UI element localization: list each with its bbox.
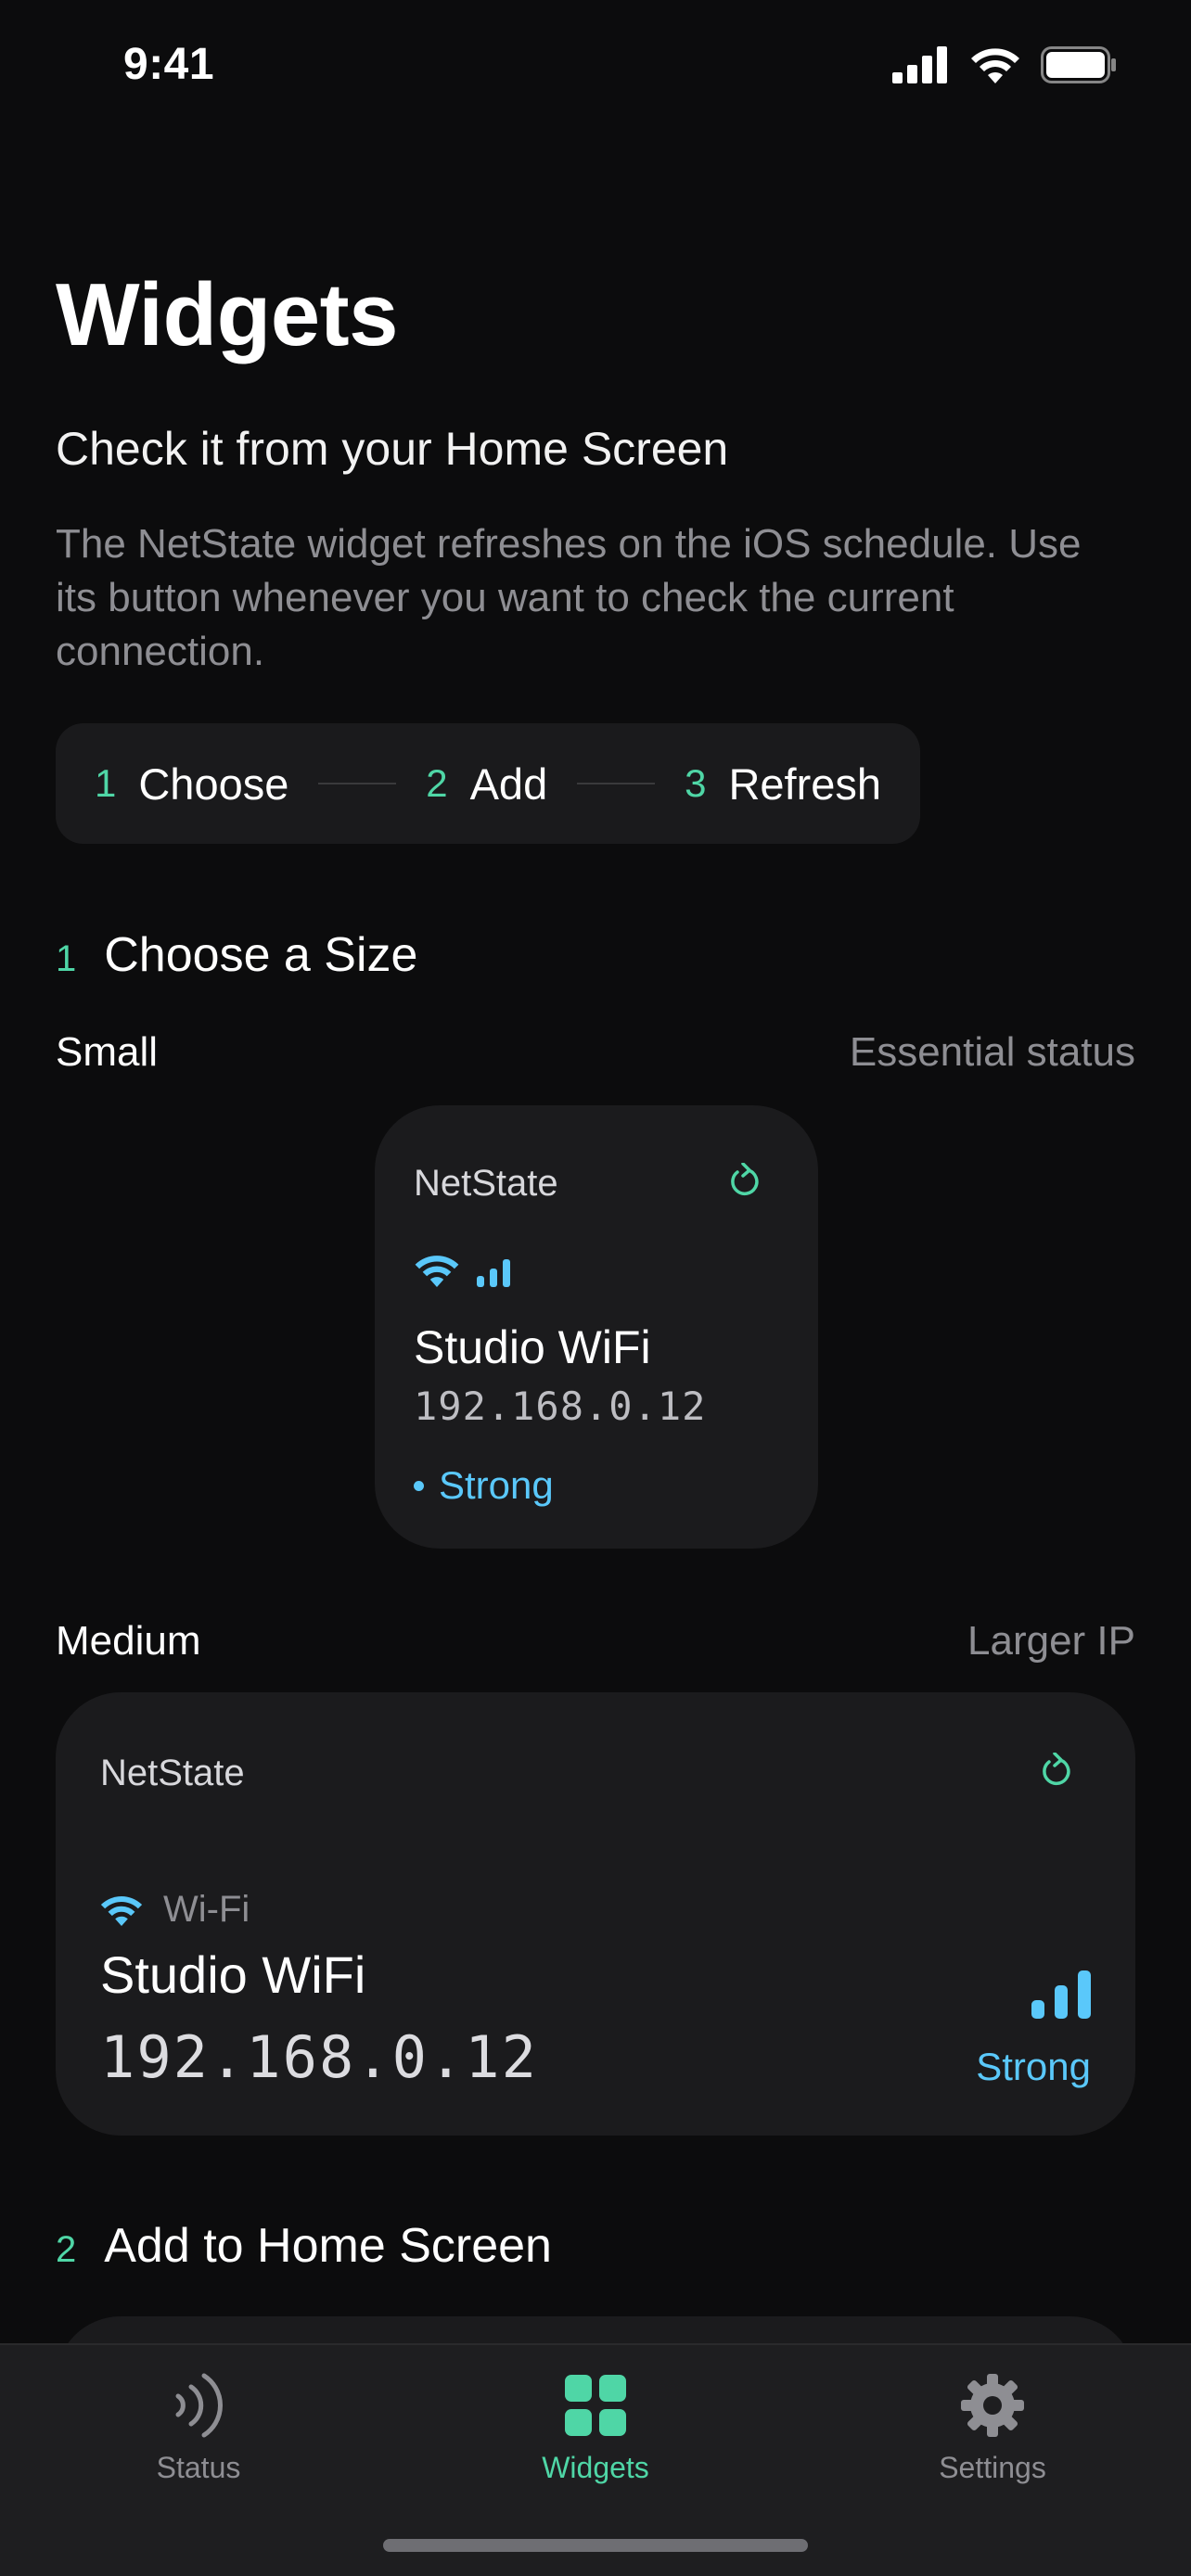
widgets-screen: 9:41 Widgets Check it from your Home Scr… (0, 0, 1191, 2576)
widget-ssid: Studio WiFi (100, 1945, 366, 2004)
step-label: Add (469, 759, 548, 809)
widget-app-name: NetState (100, 1753, 245, 1793)
widget-connection-type: Wi-Fi (100, 1889, 250, 1931)
widget-status-icons (414, 1254, 512, 1287)
section-title: Add to Home Screen (104, 2219, 552, 2273)
status-bar: 9:41 (0, 0, 1191, 130)
page-subtitle: Check it from your Home Screen (56, 423, 729, 475)
page-description: The NetState widget refreshes on the iOS… (56, 521, 1082, 674)
widget-ip: 192.168.0.12 (100, 2023, 538, 2091)
section-number: 2 (56, 2229, 77, 2270)
wifi-icon (100, 1895, 143, 1926)
wifi-icon (415, 1256, 459, 1287)
connection-type-label: Wi-Fi (163, 1889, 250, 1930)
tab-label: Settings (939, 2451, 1046, 2484)
widget-strength-label: Strong (439, 1463, 554, 1507)
small-size-caption: Essential status (849, 1029, 1135, 1075)
tab-settings[interactable]: Settings (794, 2345, 1191, 2576)
step-choose[interactable]: 1 Choose (95, 759, 288, 810)
section-choose-size: 1 Choose a Size (56, 927, 417, 983)
step-add[interactable]: 2 Add (426, 759, 547, 810)
tab-label: Widgets (542, 2451, 649, 2484)
widget-strength-label: Strong (976, 2045, 1091, 2088)
gear-icon (959, 2366, 1026, 2445)
medium-size-label: Medium (56, 1618, 201, 1664)
cellular-signal-icon (892, 46, 947, 83)
signal-bars-icon (1031, 1970, 1091, 2019)
status-time: 9:41 (123, 40, 215, 89)
step-number: 3 (685, 761, 707, 805)
small-widget-preview[interactable]: NetState Studio WiFi 192.168.0.12 Strong (375, 1105, 818, 1549)
refresh-icon[interactable] (729, 1163, 761, 1198)
step-divider (577, 783, 656, 784)
grid-icon (565, 2366, 626, 2445)
widget-strength: Strong (414, 1463, 554, 1508)
page-title: Widgets (56, 265, 398, 364)
status-dot-icon (414, 1480, 424, 1491)
step-label: Choose (138, 759, 289, 809)
signal-bars-icon (477, 1259, 510, 1287)
widget-ip: 192.168.0.12 (414, 1384, 707, 1429)
section-title: Choose a Size (104, 928, 418, 982)
tab-status[interactable]: Status (0, 2345, 397, 2576)
home-indicator[interactable] (383, 2539, 808, 2552)
step-divider (318, 783, 397, 784)
status-icons (892, 46, 1117, 83)
step-number: 1 (95, 761, 117, 805)
medium-widget-preview[interactable]: NetState Wi-Fi Studio WiFi 192.168.0.12 … (56, 1692, 1135, 2136)
widget-app-name: NetState (414, 1163, 558, 1204)
tab-label: Status (156, 2451, 241, 2484)
widget-ssid: Studio WiFi (414, 1321, 651, 1373)
refresh-icon[interactable] (1041, 1753, 1072, 1788)
small-size-label: Small (56, 1029, 159, 1075)
medium-size-caption: Larger IP (967, 1618, 1135, 1664)
step-label: Refresh (728, 759, 882, 809)
step-refresh[interactable]: 3 Refresh (685, 759, 881, 810)
step-number: 2 (426, 761, 448, 805)
battery-icon (1041, 46, 1116, 83)
signal-waves-icon (171, 2366, 226, 2445)
section-add-home-screen: 2 Add to Home Screen (56, 2218, 552, 2274)
section-number: 1 (56, 938, 77, 979)
steps-indicator: 1 Choose 2 Add 3 Refresh (56, 723, 920, 844)
wifi-status-icon (971, 48, 1019, 83)
